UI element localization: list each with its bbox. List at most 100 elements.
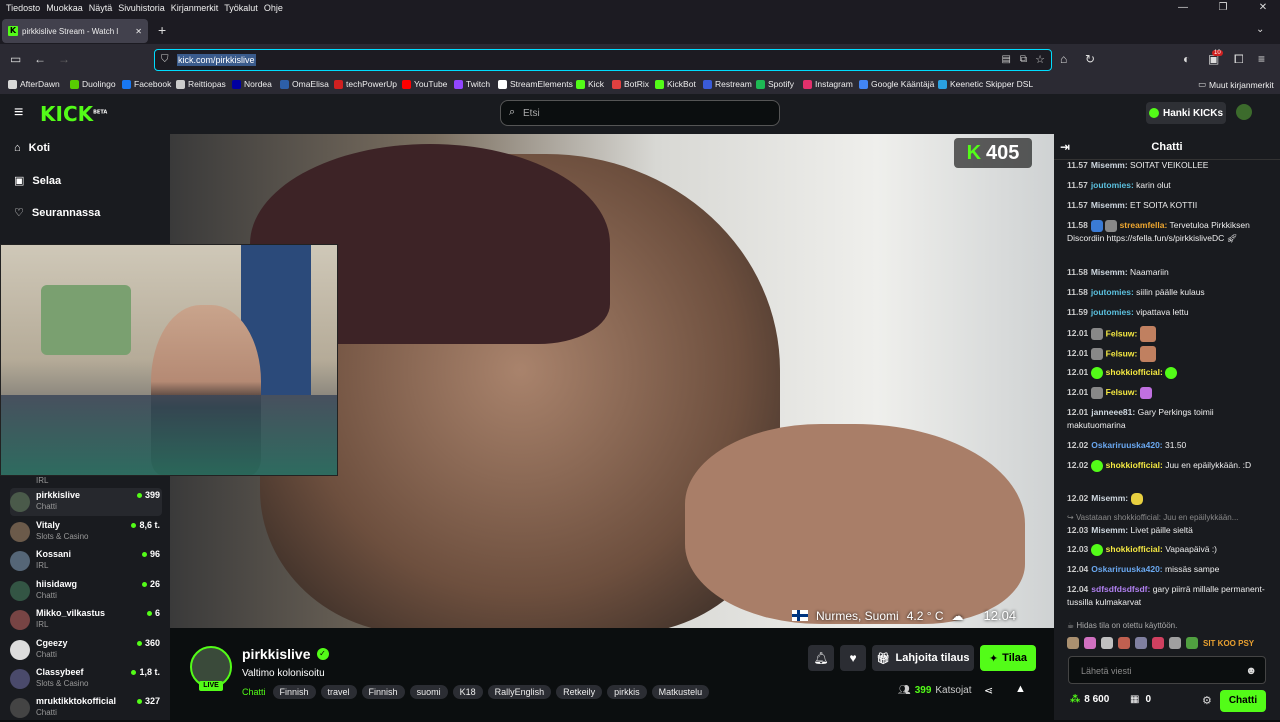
browser-tab-active[interactable]: K pirkkislive Stream - Watch l ✕ bbox=[2, 19, 148, 43]
info-icon: ☕︎ bbox=[1067, 621, 1075, 630]
minimize-icon[interactable]: — bbox=[1166, 0, 1200, 16]
follow-button[interactable]: ♥ bbox=[840, 645, 866, 671]
tag[interactable]: K18 bbox=[452, 685, 483, 699]
bookmark-kickbot[interactable]: KickBot bbox=[655, 79, 696, 89]
tab-close-icon[interactable]: ✕ bbox=[135, 27, 142, 36]
bookmark-kick[interactable]: Kick bbox=[576, 79, 604, 89]
send-chat-button[interactable]: Chatti bbox=[1220, 690, 1266, 712]
channel-row[interactable]: Kossani IRL 96 bbox=[10, 547, 162, 575]
channel-row[interactable]: pirkkislive Chatti 399 bbox=[10, 488, 162, 516]
shield-icon[interactable]: ⛉ bbox=[161, 54, 169, 65]
bookmark-star-icon[interactable]: ☆ bbox=[1035, 53, 1045, 66]
emote-text[interactable]: SIT KOO PSY bbox=[1203, 639, 1254, 648]
chat-settings-icon[interactable]: ⚙ bbox=[1202, 694, 1212, 707]
bookmark-instagram[interactable]: Instagram bbox=[803, 79, 853, 89]
stream-category-link[interactable]: Chatti bbox=[242, 685, 266, 699]
menu-file[interactable]: Tiedosto bbox=[6, 3, 40, 13]
menu-help[interactable]: Ohje bbox=[264, 3, 283, 13]
hamburger-menu-icon[interactable]: ≡ bbox=[14, 104, 23, 122]
search-input[interactable]: ⌕ Etsi bbox=[500, 100, 780, 126]
tag[interactable]: travel bbox=[320, 685, 357, 699]
nav-following[interactable]: ♡ Seurannassa bbox=[14, 206, 100, 220]
get-kicks-button[interactable]: Hanki KICKs bbox=[1146, 102, 1226, 124]
tag[interactable]: suomi bbox=[409, 685, 448, 699]
url-bar[interactable]: ⛉ kick.com/pirkkislive ▤ ⧉ ☆ bbox=[154, 49, 1052, 71]
bookmark-youtube[interactable]: YouTube bbox=[402, 79, 447, 89]
channel-row[interactable]: Classybeef Slots & Casino 1,8 t. bbox=[10, 665, 162, 693]
menu-tools[interactable]: Työkalut bbox=[224, 3, 258, 13]
kicks-balance[interactable]: ⁂ 8 600 bbox=[1070, 694, 1109, 705]
share-icon[interactable]: ⋖ bbox=[984, 684, 993, 697]
emote-icon[interactable] bbox=[1186, 637, 1198, 649]
tag[interactable]: Finnish bbox=[361, 685, 405, 699]
tab-list-icon[interactable]: ⌄ bbox=[1256, 24, 1264, 35]
bookmark-facebook[interactable]: Facebook bbox=[122, 79, 171, 89]
reply-context[interactable]: ↪ Vastataan shokkiofficial: Juu en epäil… bbox=[1067, 511, 1267, 524]
bookmark-restream[interactable]: Restream bbox=[703, 79, 752, 89]
emote-icon[interactable] bbox=[1169, 637, 1181, 649]
streamer-name[interactable]: pirkkislive ✓ bbox=[242, 646, 329, 662]
forward-icon[interactable]: → bbox=[58, 52, 70, 66]
channel-points[interactable]: ▦ 0 bbox=[1130, 694, 1151, 705]
user-avatar-icon[interactable] bbox=[1236, 104, 1252, 120]
menu-history[interactable]: Sivuhistoria bbox=[118, 3, 165, 13]
pip-icon[interactable]: ⧉ bbox=[1020, 54, 1027, 65]
new-tab-button[interactable]: + bbox=[158, 22, 166, 38]
maximize-icon[interactable]: ❐ bbox=[1206, 0, 1240, 16]
notifications-button[interactable]: 🔔︎ bbox=[808, 645, 834, 671]
emote-icon[interactable] bbox=[1067, 637, 1079, 649]
close-icon[interactable]: ✕ bbox=[1246, 0, 1280, 16]
channel-row[interactable]: hiisidawg Chatti 26 bbox=[10, 577, 162, 605]
tag[interactable]: Finnish bbox=[272, 685, 316, 699]
bookmark-nordea[interactable]: Nordea bbox=[232, 79, 272, 89]
reader-icon[interactable]: ▤ bbox=[1002, 54, 1011, 65]
account-icon[interactable]: ◐ bbox=[1183, 52, 1190, 66]
bookmark-afterdawn[interactable]: AfterDawn bbox=[8, 79, 60, 89]
collapse-chat-icon[interactable]: ⇥ bbox=[1060, 134, 1070, 160]
tag[interactable]: Matkustelu bbox=[651, 685, 710, 699]
reload-icon[interactable]: ↻ bbox=[1085, 52, 1095, 66]
channel-row[interactable]: Vitaly Slots & Casino 8,6 t. bbox=[10, 518, 162, 546]
bookmark-techpowerup[interactable]: techPowerUp bbox=[334, 79, 397, 89]
sidebar-toggle-icon[interactable]: ▭ bbox=[10, 52, 21, 66]
bookmark-reittiopas[interactable]: Reittiopas bbox=[176, 79, 226, 89]
home-icon[interactable]: ⌂ bbox=[1060, 52, 1067, 66]
channel-row[interactable]: Mikko_vilkastus IRL 6 bbox=[10, 606, 162, 634]
bookmark-other-folder[interactable]: ▭ Muut kirjanmerkit bbox=[1198, 79, 1274, 90]
emote-icon[interactable] bbox=[1152, 637, 1164, 649]
channel-row[interactable]: mruktikktokofficial Chatti 327 bbox=[10, 694, 162, 722]
menu-bookmarks[interactable]: Kirjanmerkit bbox=[171, 3, 219, 13]
subscribe-button[interactable]: ✦ Tilaa bbox=[980, 645, 1036, 671]
bookmark-spotify[interactable]: Spotify bbox=[756, 79, 794, 89]
kick-logo[interactable]: KICKBETA bbox=[40, 102, 107, 126]
chat-message-input[interactable]: Lähetä viesti ☻ bbox=[1068, 656, 1266, 684]
menu-edit[interactable]: Muokkaa bbox=[46, 3, 83, 13]
emote-icon[interactable] bbox=[1135, 637, 1147, 649]
emote-icon[interactable] bbox=[1118, 637, 1130, 649]
tag[interactable]: RallyEnglish bbox=[487, 685, 552, 699]
menu-hamburger-icon[interactable]: ≡ bbox=[1258, 52, 1265, 66]
nav-browse[interactable]: ▣ Selaa bbox=[14, 174, 61, 188]
back-icon[interactable]: ← bbox=[34, 52, 46, 66]
report-icon[interactable]: ▲ bbox=[1015, 683, 1026, 695]
emote-icon[interactable] bbox=[1084, 637, 1096, 649]
bookmark-duolingo[interactable]: Duolingo bbox=[70, 79, 116, 89]
bookmark-streamelements[interactable]: StreamElements bbox=[498, 79, 573, 89]
chat-message: 12.01 shokkiofficial: bbox=[1067, 366, 1267, 379]
bookmark-botrix[interactable]: BotRix bbox=[612, 79, 649, 89]
emoji-picker-icon[interactable]: ☻ bbox=[1245, 657, 1257, 685]
extensions-icon[interactable]: ⧠ bbox=[1234, 52, 1244, 67]
tag[interactable]: pirkkis bbox=[607, 685, 647, 699]
tag[interactable]: Retkeily bbox=[556, 685, 603, 699]
browse-icon: ▣ bbox=[14, 175, 25, 187]
menu-view[interactable]: Näytä bbox=[89, 3, 113, 13]
nav-home[interactable]: ⌂ Koti bbox=[14, 142, 50, 154]
channel-row[interactable]: Cgeezy Chatti 360 bbox=[10, 636, 162, 664]
emote-icon[interactable] bbox=[1101, 637, 1113, 649]
chat-title: Chatti bbox=[1151, 141, 1183, 153]
bookmark-google-translate[interactable]: Google Kääntäjä bbox=[859, 79, 934, 89]
bookmark-twitch[interactable]: Twitch bbox=[454, 79, 490, 89]
gift-subscription-button[interactable]: 🎁︎ Lahjoita tilaus bbox=[872, 645, 974, 671]
bookmark-keenetic[interactable]: Keenetic Skipper DSL bbox=[938, 79, 1033, 89]
bookmark-omaelisa[interactable]: OmaElisa bbox=[280, 79, 329, 89]
